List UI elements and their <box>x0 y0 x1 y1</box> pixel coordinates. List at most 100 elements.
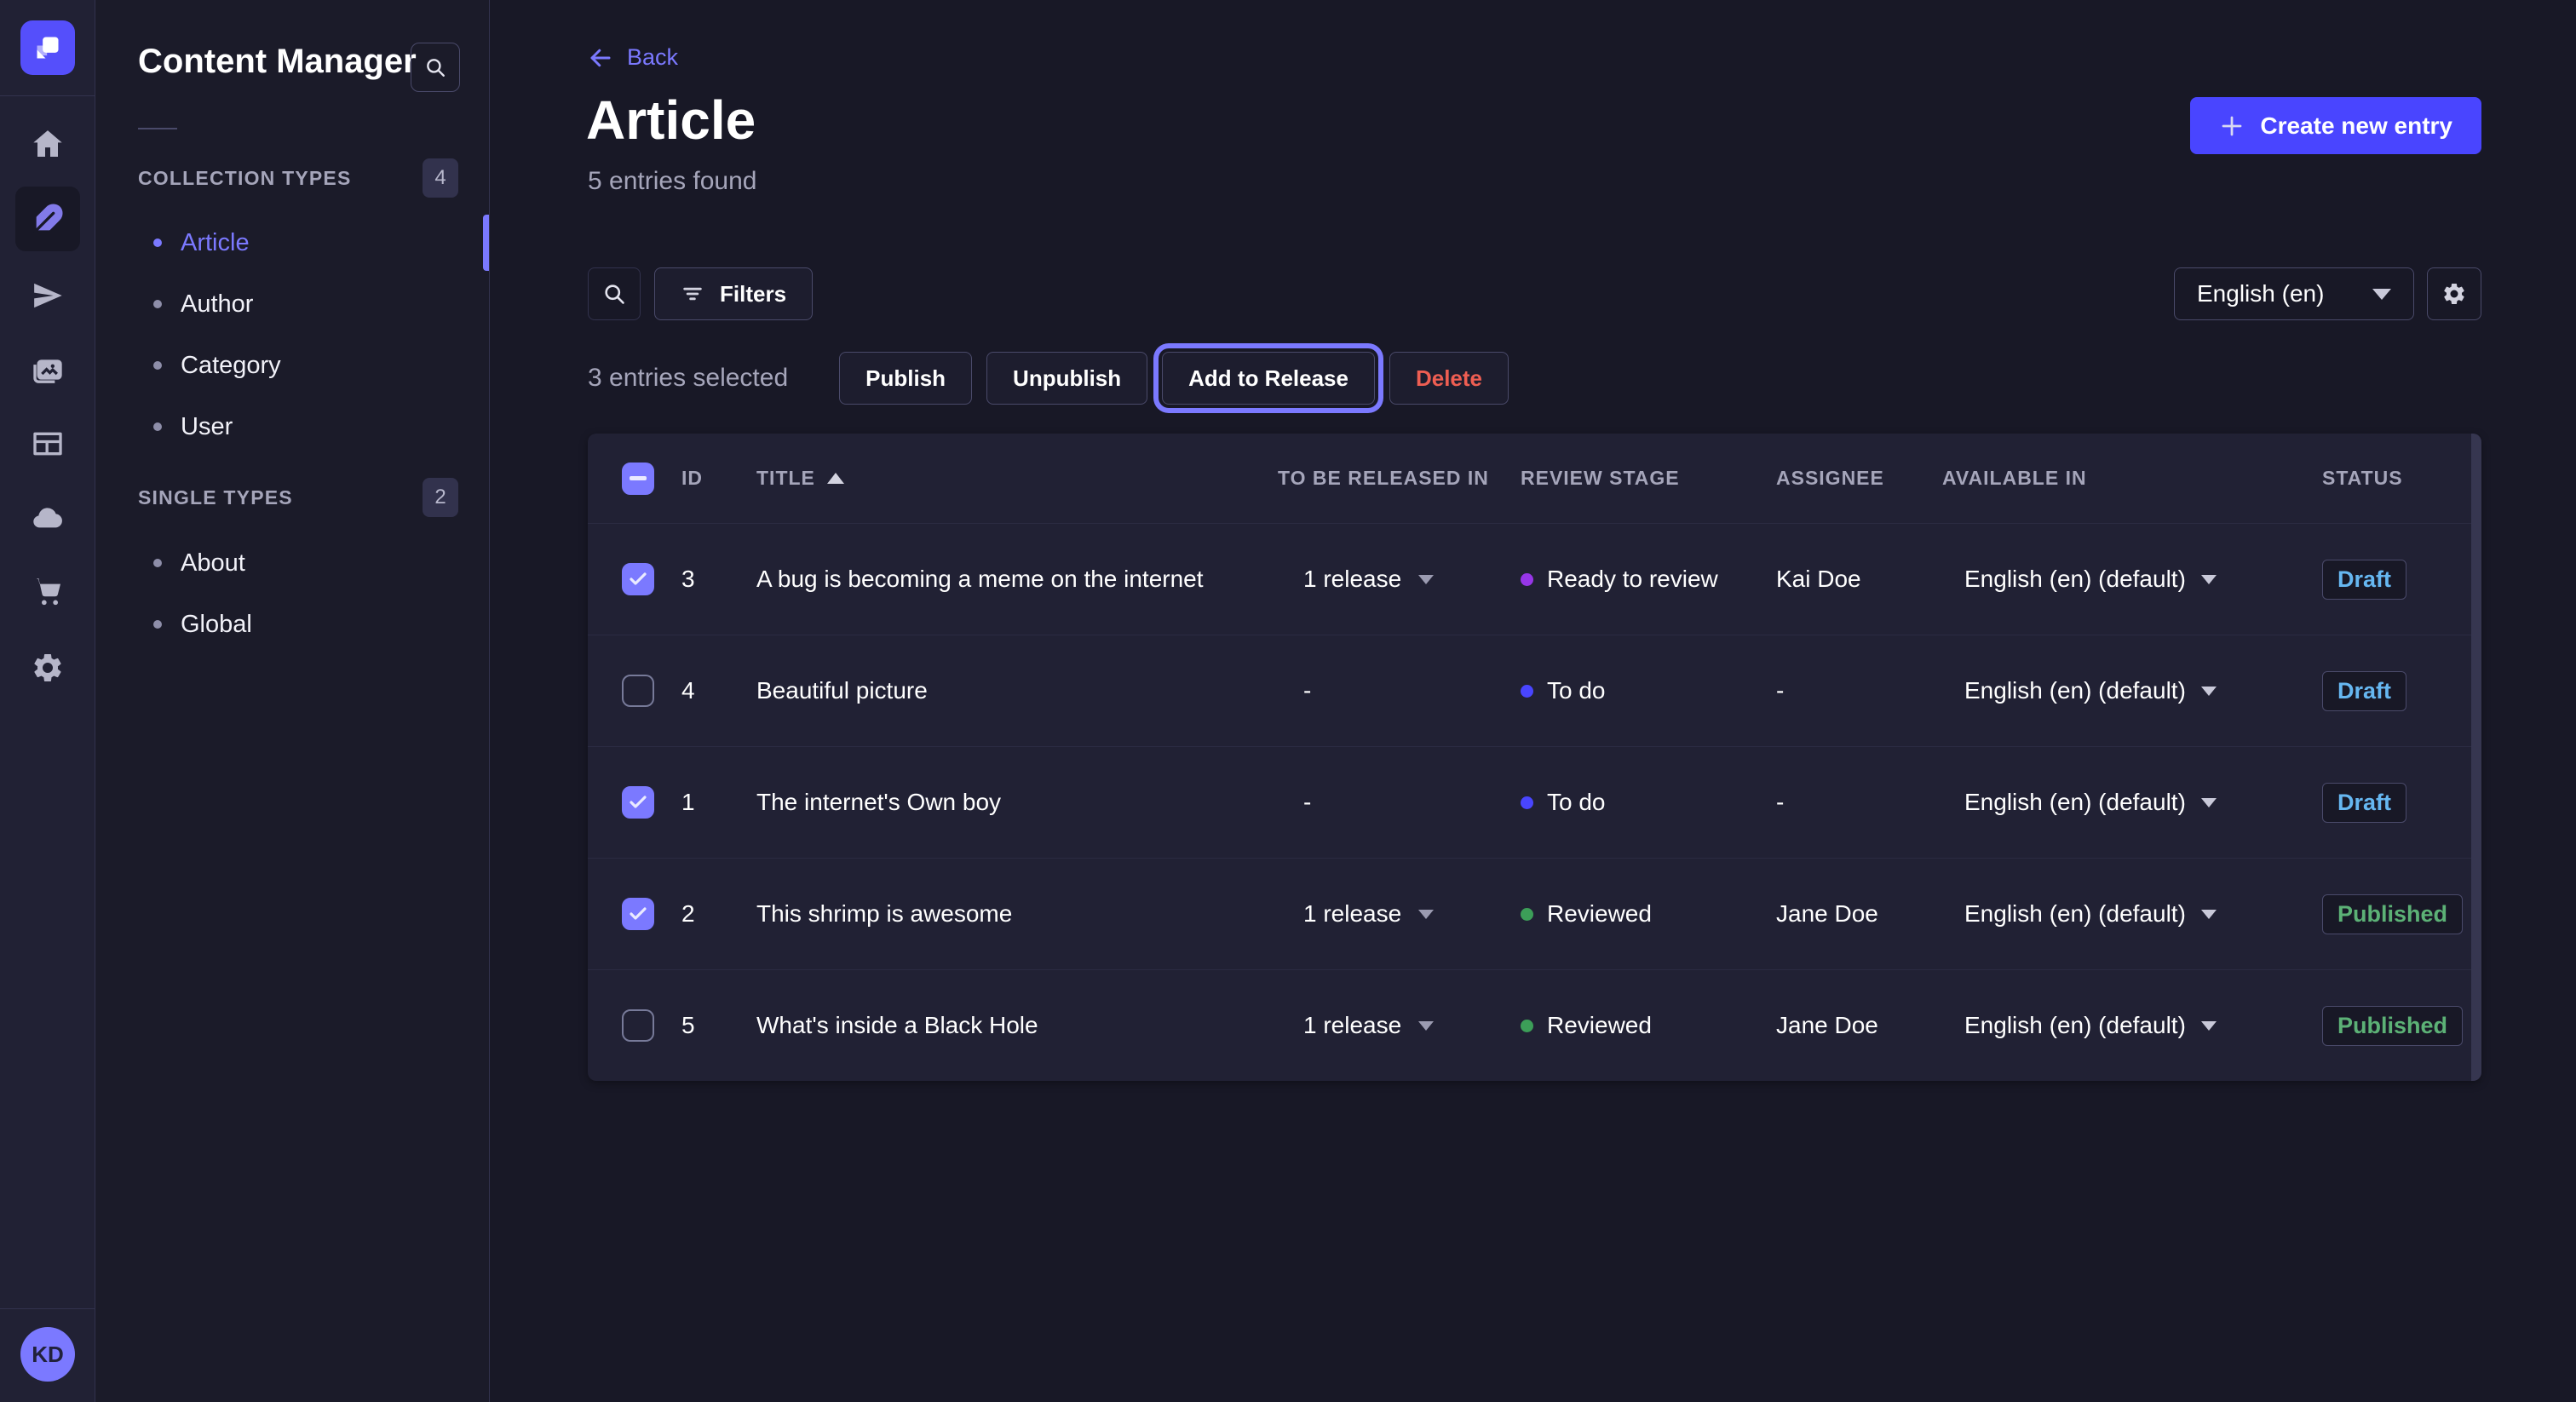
cell-id: 1 <box>681 789 756 816</box>
stage-label: Ready to review <box>1547 566 1718 593</box>
layout-icon <box>31 427 65 461</box>
subnav-search-button[interactable] <box>411 43 460 92</box>
table-row[interactable]: 4 Beautiful picture - To do - English (e… <box>588 635 2481 746</box>
view-settings-button[interactable] <box>2427 267 2481 320</box>
search-icon <box>602 282 626 306</box>
publish-button[interactable]: Publish <box>839 352 972 405</box>
sidebar-item-about[interactable]: About <box>95 532 490 594</box>
table-scrollbar[interactable] <box>2471 434 2481 1081</box>
column-header-status[interactable]: STATUS <box>2314 467 2481 490</box>
select-all-checkbox[interactable] <box>622 463 654 495</box>
table-row[interactable]: 3 A bug is becoming a meme on the intern… <box>588 523 2481 635</box>
table-row[interactable]: 5 What's inside a Black Hole 1 release R… <box>588 969 2481 1081</box>
bullet-icon <box>153 559 162 567</box>
chevron-down-icon <box>1418 1021 1434 1031</box>
release-value: 1 release <box>1303 566 1401 593</box>
row-checkbox[interactable] <box>622 786 654 819</box>
nav-releases[interactable] <box>0 258 95 333</box>
paper-plane-icon <box>31 279 65 313</box>
sidebar-item-global[interactable]: Global <box>95 594 490 655</box>
active-item-indicator <box>483 215 489 271</box>
sidebar-item-author[interactable]: Author <box>95 273 490 335</box>
sidebar-item-label: About <box>181 549 245 577</box>
bullet-icon <box>153 300 162 308</box>
back-link[interactable]: Back <box>588 44 678 71</box>
section-collection-types: COLLECTION TYPES 4 <box>138 158 458 198</box>
locale-label: English (en) (default) <box>1964 1012 2186 1039</box>
cell-id: 4 <box>681 677 756 704</box>
table-row[interactable]: 2 This shrimp is awesome 1 release Revie… <box>588 858 2481 969</box>
plus-icon <box>2219 113 2245 139</box>
nav-media-library[interactable] <box>0 332 95 407</box>
locale-label: English (en) (default) <box>1964 900 2186 928</box>
cell-assignee: - <box>1776 677 1942 704</box>
cell-review-stage: To do <box>1521 677 1776 704</box>
user-avatar[interactable]: KD <box>20 1327 75 1382</box>
column-header-assignee[interactable]: ASSIGNEE <box>1776 467 1942 490</box>
column-header-available[interactable]: AVAILABLE IN <box>1942 467 2314 490</box>
row-checkbox[interactable] <box>622 675 654 707</box>
create-new-entry-button[interactable]: Create new entry <box>2190 97 2481 154</box>
cell-available-in[interactable]: English (en) (default) <box>1942 677 2314 704</box>
nav-content-type-builder[interactable] <box>0 406 95 481</box>
chevron-down-icon <box>2201 910 2217 919</box>
rail-footer-divider <box>0 1308 95 1309</box>
create-button-label: Create new entry <box>2260 112 2452 140</box>
column-header-release[interactable]: TO BE RELEASED IN <box>1278 467 1521 490</box>
cell-release[interactable]: 1 release <box>1278 900 1521 928</box>
locale-select[interactable]: English (en) <box>2174 267 2414 320</box>
cell-release[interactable]: 1 release <box>1278 1012 1521 1039</box>
stage-label: To do <box>1547 789 1606 816</box>
release-value: - <box>1303 789 1311 816</box>
images-icon <box>31 353 65 387</box>
nav-home[interactable] <box>0 106 95 181</box>
column-header-id[interactable]: ID <box>681 467 756 490</box>
main-content: Back Article 5 entries found Create new … <box>490 0 2576 1402</box>
cell-review-stage: To do <box>1521 789 1776 816</box>
sort-ascending-icon <box>827 473 844 484</box>
nav-content-manager[interactable] <box>0 181 95 256</box>
cell-available-in[interactable]: English (en) (default) <box>1942 1012 2314 1039</box>
cell-available-in[interactable]: English (en) (default) <box>1942 900 2314 928</box>
nav-settings[interactable] <box>0 630 95 705</box>
avatar-initials: KD <box>32 1342 64 1368</box>
section-count-badge[interactable]: 2 <box>423 478 458 517</box>
cell-available-in[interactable]: English (en) (default) <box>1942 566 2314 593</box>
filters-button[interactable]: Filters <box>654 267 813 320</box>
delete-button[interactable]: Delete <box>1389 352 1509 405</box>
cell-title: The internet's Own boy <box>756 789 1278 816</box>
column-header-stage[interactable]: REVIEW STAGE <box>1521 467 1776 490</box>
sidebar-item-label: Author <box>181 290 253 319</box>
nav-cloud[interactable] <box>0 480 95 555</box>
add-to-release-button[interactable]: Add to Release <box>1162 352 1375 405</box>
sidebar-item-user[interactable]: User <box>95 396 490 457</box>
chevron-down-icon <box>2201 687 2217 696</box>
sidebar-item-category[interactable]: Category <box>95 335 490 396</box>
stage-dot-icon <box>1521 1020 1533 1032</box>
locale-label: English (en) (default) <box>1964 677 2186 704</box>
cell-release[interactable]: 1 release <box>1278 566 1521 593</box>
selection-bar: 3 entries selected Publish Unpublish Add… <box>588 352 1523 405</box>
column-header-title[interactable]: TITLE <box>756 467 1278 490</box>
table-search-button[interactable] <box>588 267 641 320</box>
cell-id: 2 <box>681 900 756 928</box>
row-checkbox[interactable] <box>622 898 654 930</box>
unpublish-button[interactable]: Unpublish <box>986 352 1147 405</box>
cell-review-stage: Reviewed <box>1521 1012 1776 1039</box>
cell-available-in[interactable]: English (en) (default) <box>1942 789 2314 816</box>
release-value: 1 release <box>1303 1012 1401 1039</box>
stage-label: Reviewed <box>1547 1012 1652 1039</box>
main-nav-rail: KD <box>0 0 95 1402</box>
cell-assignee: Jane Doe <box>1776 900 1942 928</box>
strapi-logo[interactable] <box>20 20 75 75</box>
section-count-badge[interactable]: 4 <box>423 158 458 198</box>
cell-release: - <box>1278 789 1521 816</box>
row-checkbox[interactable] <box>622 1009 654 1042</box>
active-nav-tile <box>15 187 80 251</box>
check-icon <box>628 904 648 924</box>
sidebar-item-article[interactable]: Article <box>95 212 490 273</box>
section-label: SINGLE TYPES <box>138 486 293 509</box>
nav-marketplace[interactable] <box>0 554 95 629</box>
row-checkbox[interactable] <box>622 563 654 595</box>
table-row[interactable]: 1 The internet's Own boy - To do - Engli… <box>588 746 2481 858</box>
